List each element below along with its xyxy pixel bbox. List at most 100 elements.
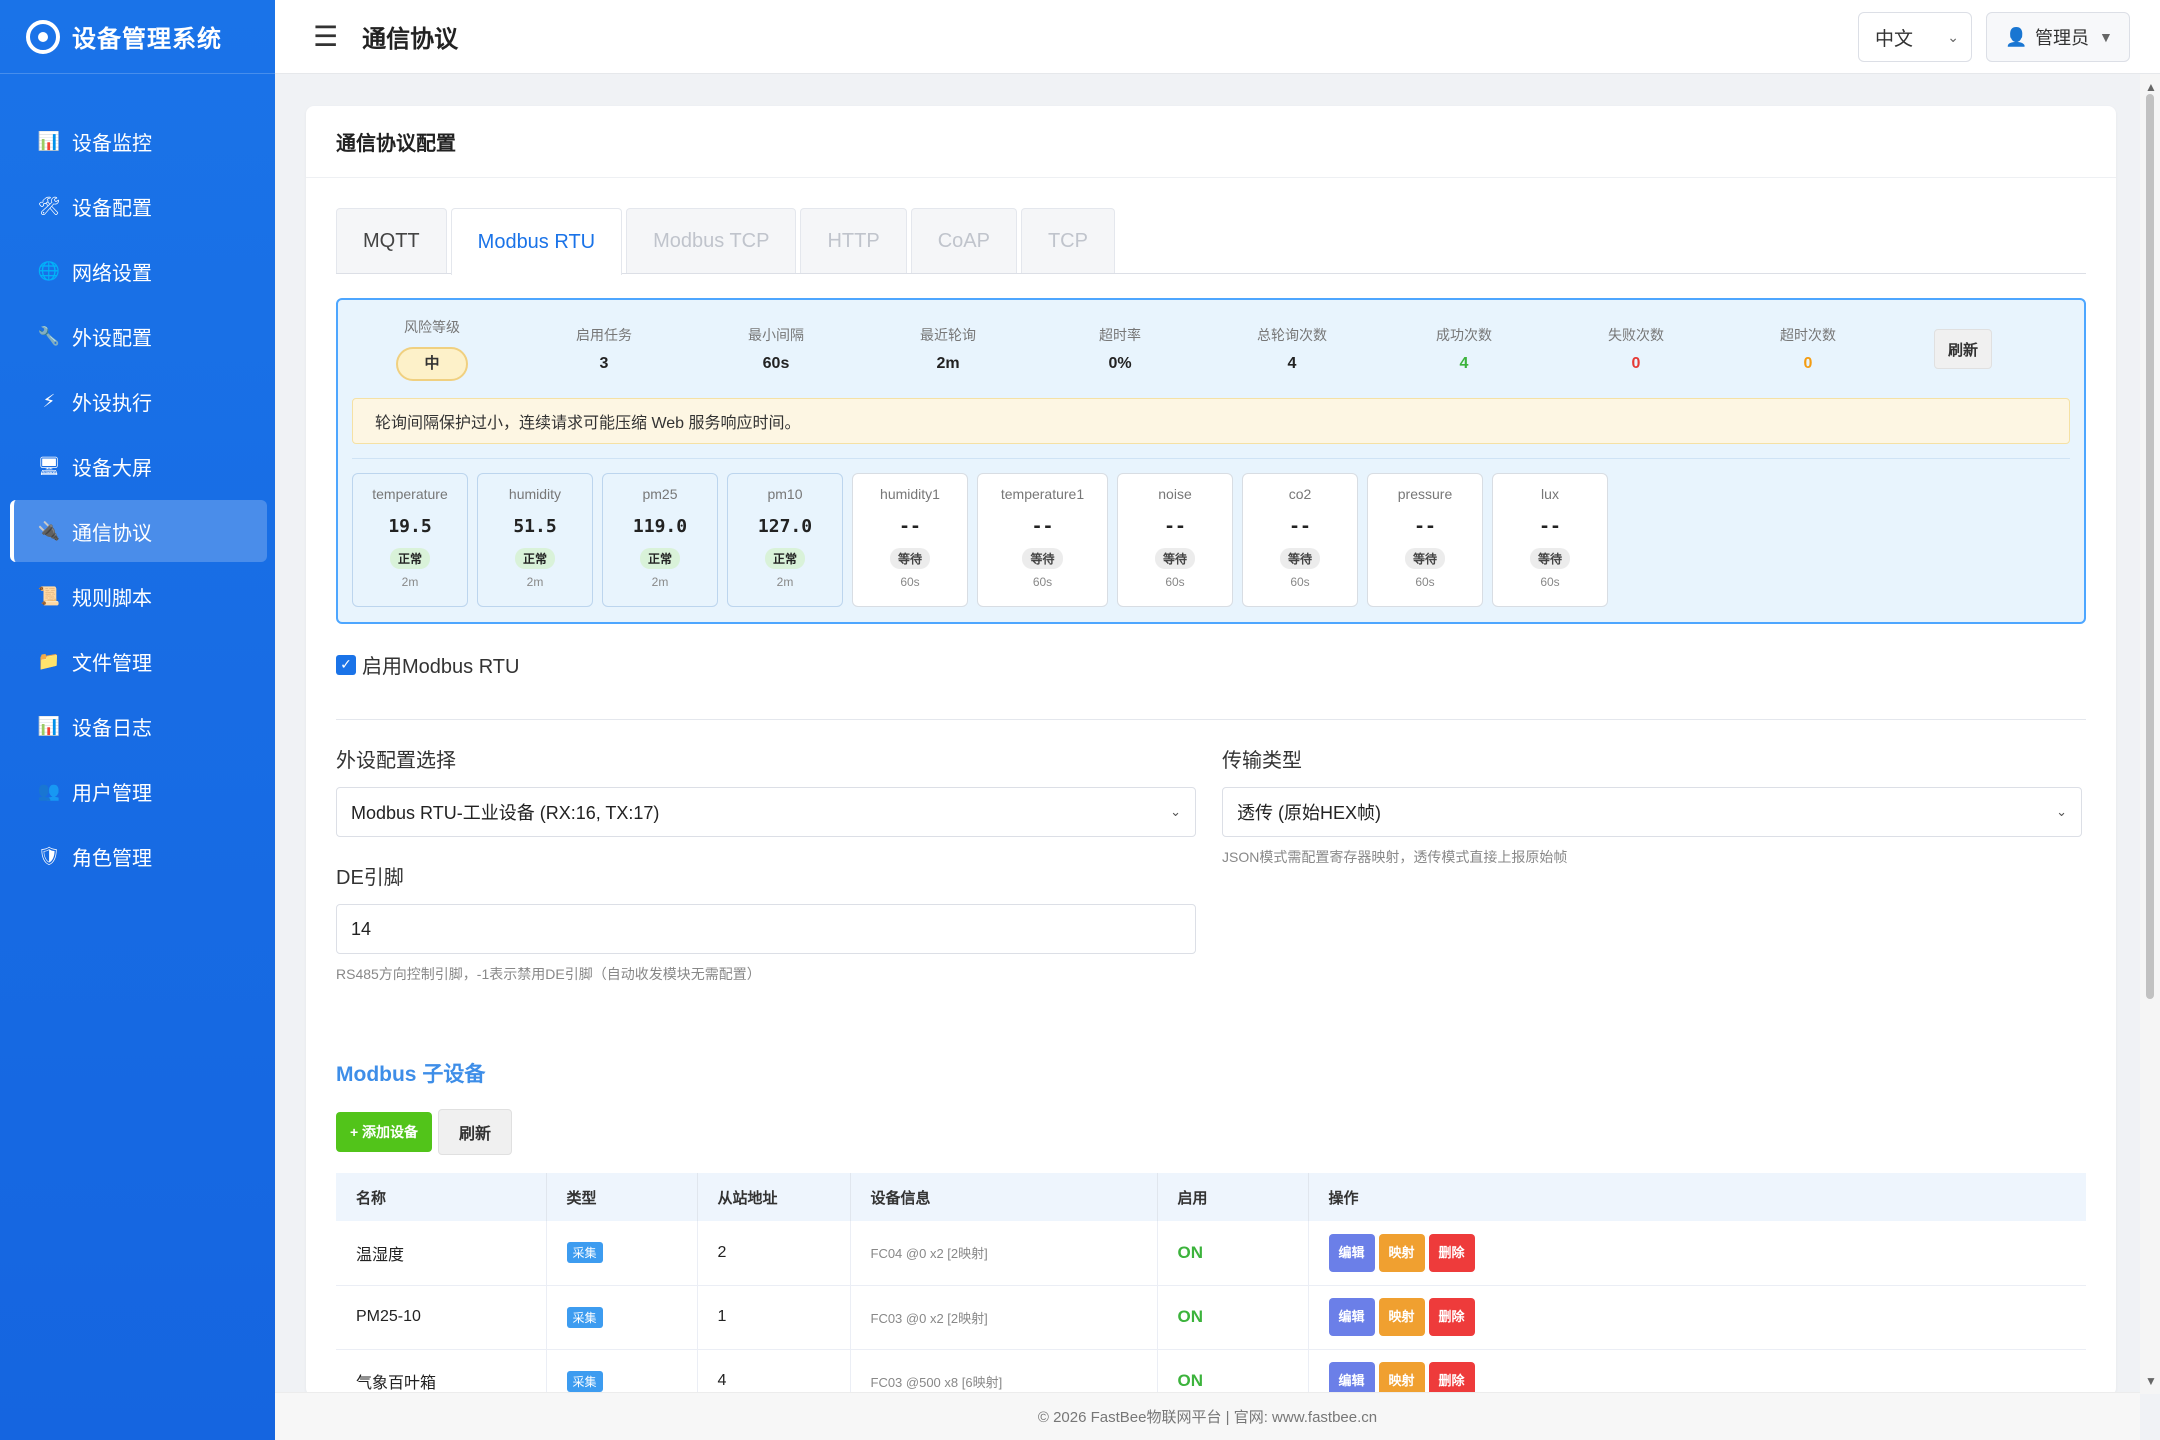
sidebar-item-2[interactable]: 🛠 设备配置	[10, 175, 267, 237]
sensor-interval: 60s	[1290, 575, 1310, 589]
sidebar-item-label: 网络设置	[72, 262, 152, 285]
sidebar-item-label: 角色管理	[72, 847, 152, 870]
sidebar-item-10[interactable]: 📊 设备日志	[10, 695, 267, 757]
map-button[interactable]: 映射	[1378, 1362, 1425, 1396]
sensor-card: co2 -- 等待 60s	[1242, 473, 1358, 607]
folder-icon: 📁	[37, 650, 61, 671]
scroll-up-icon[interactable]: ▲	[2145, 80, 2157, 94]
sensor-status-badge: 等待	[978, 540, 1107, 569]
delete-button[interactable]: 删除	[1428, 1362, 1475, 1396]
sidebar-item-6[interactable]: 🖥 设备大屏	[10, 435, 267, 497]
sensor-card: pm10 127.0 正常 2m	[727, 473, 843, 607]
stat-label: 启用任务	[576, 327, 632, 343]
sidebar-item-3[interactable]: 🌐 网络设置	[10, 240, 267, 302]
delete-button[interactable]: 删除	[1428, 1233, 1475, 1272]
sensor-status-badge: 等待	[1493, 540, 1607, 569]
sidebar-item-7[interactable]: 🔌 通信协议	[10, 500, 267, 562]
row-actions: 编辑 映射 删除	[1308, 1285, 2086, 1350]
tab-4[interactable]: CoAP	[910, 208, 1017, 273]
map-button[interactable]: 映射	[1378, 1298, 1425, 1336]
sensor-value: 19.5	[388, 516, 432, 537]
status-badge: 等待	[889, 548, 930, 569]
enable-label: 启用Modbus RTU	[362, 656, 520, 678]
stat-value: 0	[1631, 355, 1641, 372]
sensor-value: --	[1164, 516, 1186, 537]
peripheral-select[interactable]: Modbus RTU-工业设备 (RX:16, TX:17) ⌄	[336, 787, 1196, 837]
sidebar-item-11[interactable]: 👥 用户管理	[10, 760, 267, 822]
sidebar-item-1[interactable]: 📊 设备监控	[10, 110, 267, 172]
stat-label: 超时率	[1099, 327, 1141, 343]
sensor-card: humidity 51.5 正常 2m	[477, 473, 593, 607]
protocol-tabs: MQTT Modbus RTU Modbus TCP HTTP CoAP TCP	[336, 208, 2086, 275]
enabled-status: ON	[1157, 1221, 1309, 1286]
monitor-icon: 🖥	[37, 455, 61, 476]
sidebar-item-9[interactable]: 📁 文件管理	[10, 630, 267, 692]
stat-value: 4	[1459, 355, 1469, 372]
tab-1[interactable]: Modbus RTU	[450, 208, 623, 275]
stat-value: 0%	[1108, 355, 1132, 372]
shield-icon: 🛡	[37, 845, 61, 866]
sidebar-item-label: 外设配置	[72, 327, 152, 350]
page-scrollbar[interactable]: ▲ ▼	[2140, 74, 2160, 1394]
menu-toggle-icon[interactable]: ☰	[313, 20, 338, 53]
sidebar-menu: 📊 设备监控 🛠 设备配置 🌐 网络设置 🔧 外设配置 ⚡ 外设执行 🖥 设备大屏 🔌 通信协议 📜 规则脚本…	[0, 74, 275, 887]
column-header: 启用	[1157, 1173, 1309, 1221]
sensor-interval: 60s	[1415, 575, 1435, 589]
sensor-interval: 60s	[1540, 575, 1560, 589]
enable-modbus-rtu[interactable]: ✓ 启用Modbus RTU	[336, 650, 2086, 679]
de-pin-input[interactable]: 14	[336, 904, 1196, 954]
stat-label: 最近轮询	[920, 327, 976, 343]
sensor-card: temperature1 -- 等待 60s	[977, 473, 1108, 607]
device-info: FC04 @0 x2 [2映射]	[850, 1221, 1158, 1286]
device-info: FC03 @0 x2 [2映射]	[850, 1285, 1158, 1350]
tools-icon: 🛠	[37, 195, 61, 216]
sidebar-item-4[interactable]: 🔧 外设配置	[10, 305, 267, 367]
subdevices-refresh-button[interactable]: 刷新	[438, 1109, 512, 1155]
stats-refresh-button[interactable]: 刷新	[1934, 329, 1992, 369]
transfer-type-label: 传输类型	[1222, 750, 1302, 772]
column-header: 操作	[1308, 1173, 2086, 1221]
scroll-thumb[interactable]	[2146, 94, 2154, 999]
sensor-status-badge: 正常	[728, 540, 842, 569]
tab-5[interactable]: TCP	[1020, 208, 1115, 273]
stat-label: 失败次数	[1608, 327, 1664, 343]
device-type-cell: 采集	[546, 1349, 698, 1396]
user-menu-button[interactable]: 👤 管理员 ▼	[1986, 12, 2130, 62]
sensor-name: humidity	[508, 486, 562, 502]
sidebar-item-label: 规则脚本	[72, 587, 152, 610]
stat-timeout-rate: 超时率 0%	[1034, 325, 1206, 373]
slave-address: 4	[697, 1349, 851, 1396]
sensor-status-badge: 等待	[853, 540, 967, 569]
delete-button[interactable]: 删除	[1428, 1298, 1475, 1336]
sidebar-item-5[interactable]: ⚡ 外设执行	[10, 370, 267, 432]
edit-button[interactable]: 编辑	[1328, 1362, 1375, 1396]
tab-3[interactable]: HTTP	[800, 208, 907, 273]
language-select[interactable]: 中文 ⌄	[1858, 12, 1972, 62]
enabled-status: ON	[1157, 1285, 1309, 1350]
type-tag: 采集	[566, 1370, 603, 1392]
user-name: 管理员	[2035, 28, 2089, 48]
map-button[interactable]: 映射	[1378, 1233, 1425, 1272]
transfer-type-select[interactable]: 透传 (原始HEX帧) ⌄	[1222, 787, 2082, 837]
sidebar-item-12[interactable]: 🛡 角色管理	[10, 825, 267, 887]
sidebar-item-label: 用户管理	[72, 782, 152, 805]
device-name: 气象百叶箱	[336, 1349, 547, 1396]
enable-checkbox[interactable]: ✓	[336, 654, 356, 675]
stat-tasks: 启用任务 3	[518, 325, 690, 373]
sensor-name: pm25	[642, 486, 678, 502]
caret-down-icon: ▼	[2099, 29, 2113, 45]
sensor-value: 119.0	[632, 516, 688, 537]
add-device-button[interactable]: + 添加设备	[336, 1112, 432, 1152]
sidebar-item-8[interactable]: 📜 规则脚本	[10, 565, 267, 627]
tab-2[interactable]: Modbus TCP	[626, 208, 797, 273]
tab-0[interactable]: MQTT	[336, 208, 447, 273]
scroll-down-icon[interactable]: ▼	[2145, 1374, 2157, 1388]
edit-button[interactable]: 编辑	[1328, 1298, 1375, 1336]
sensor-card: lux -- 等待 60s	[1492, 473, 1608, 607]
language-value: 中文	[1875, 28, 1914, 50]
polling-monitor-panel: 风险等级 中 启用任务 3 最小间隔 60s 最近轮询 2m 超时率 0% 总轮…	[336, 298, 2086, 624]
brand-title: 设备管理系统	[72, 26, 222, 53]
users-icon: 👥	[37, 780, 61, 801]
edit-button[interactable]: 编辑	[1328, 1233, 1375, 1272]
card-title: 通信协议配置	[306, 106, 2116, 178]
